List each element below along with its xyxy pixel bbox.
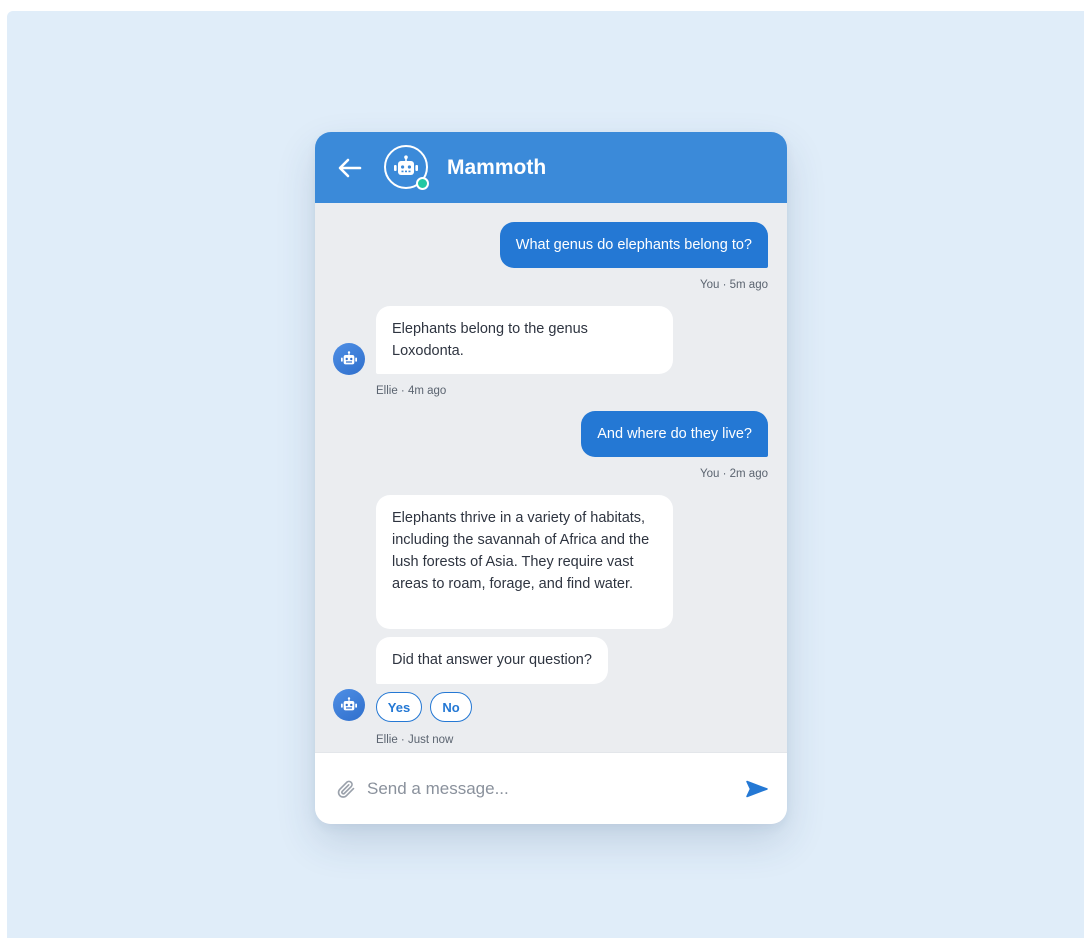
bot-message-bubble: Elephants thrive in a variety of habitat… [376, 495, 673, 629]
bot-name: Mammoth [447, 156, 547, 179]
robot-icon [341, 697, 357, 711]
message-text: Elephants belong to the genus Loxodonta. [392, 321, 588, 359]
message-meta: You · 5m ago [700, 279, 768, 291]
message-text: Elephants thrive in a variety of habitat… [392, 510, 650, 592]
send-icon [746, 780, 768, 798]
bot-avatar-small [333, 343, 365, 375]
message-meta: You · 2m ago [700, 468, 768, 480]
user-message-bubble: What genus do elephants belong to? [499, 222, 768, 268]
online-status-dot [416, 177, 429, 190]
robot-icon [394, 155, 418, 175]
message-text: What genus do elephants belong to? [515, 237, 752, 253]
message-text: And where do they live? [597, 426, 752, 442]
send-button[interactable] [745, 778, 769, 800]
message-text: Did that answer your question? [392, 652, 592, 668]
message-meta: Ellie · Just now [376, 734, 454, 746]
robot-icon [341, 351, 357, 365]
quick-reply-no-button[interactable]: No [430, 692, 472, 722]
message-input[interactable] [367, 774, 727, 804]
chat-widget: Mammoth What genus do elephants belong t… [315, 132, 787, 824]
attach-button[interactable] [335, 778, 357, 800]
arrow-left-icon [338, 158, 362, 178]
paperclip-icon [337, 780, 355, 798]
message-meta: Ellie · 4m ago [376, 385, 447, 397]
user-message-bubble: And where do they live? [581, 411, 768, 457]
bot-message-bubble: Elephants belong to the genus Loxodonta. [376, 306, 673, 374]
message-list: What genus do elephants belong to? You ·… [315, 203, 787, 752]
message-composer [315, 752, 787, 824]
quick-reply-yes-button[interactable]: Yes [376, 692, 422, 722]
back-button[interactable] [335, 154, 365, 182]
bot-avatar-small [333, 689, 365, 721]
bot-message-bubble: Did that answer your question? [376, 637, 608, 684]
chat-header: Mammoth [315, 132, 787, 203]
